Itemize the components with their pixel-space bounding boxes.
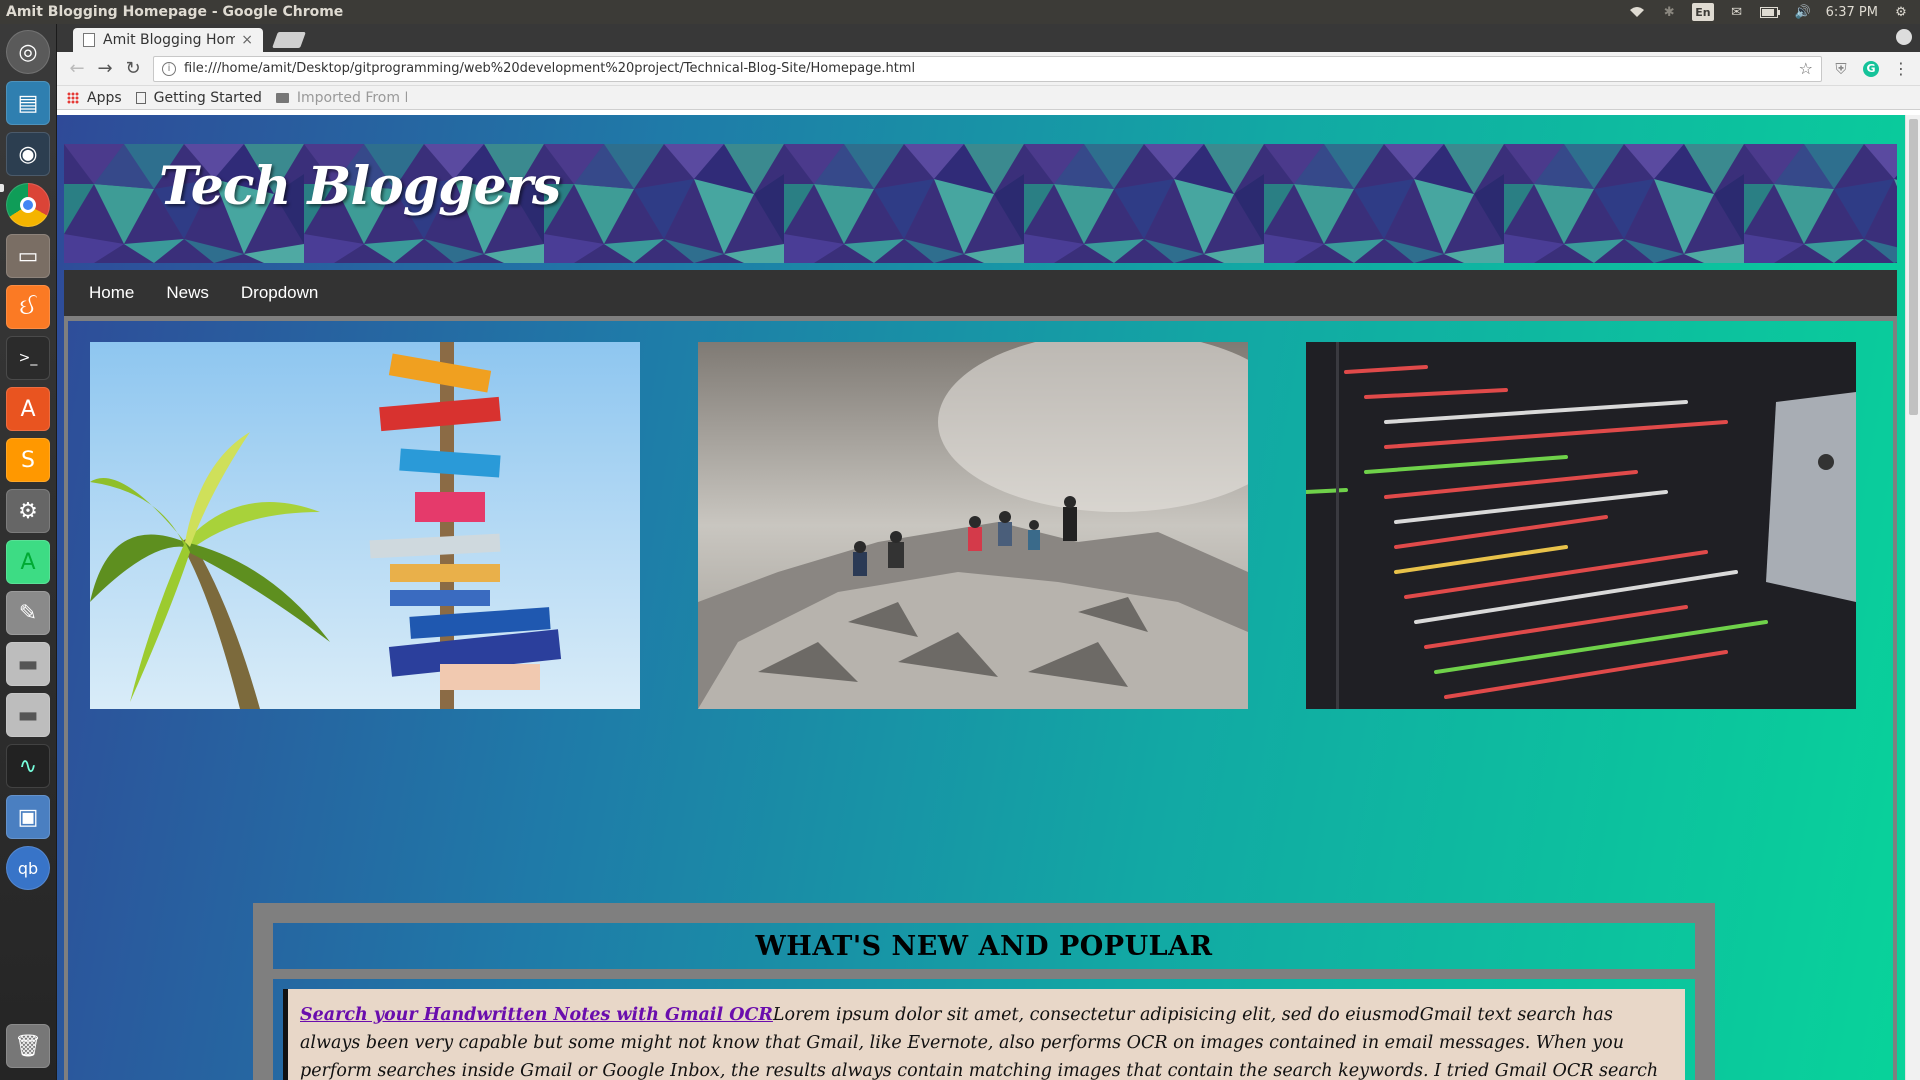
section-header: WHAT'S NEW AND POPULAR bbox=[273, 923, 1695, 979]
reload-icon[interactable]: ↻ bbox=[121, 57, 145, 81]
scrollbar-thumb[interactable] bbox=[1909, 119, 1918, 415]
files-icon[interactable]: ▤ bbox=[6, 81, 50, 125]
close-tab-icon[interactable]: × bbox=[241, 32, 253, 48]
site-header-banner: Tech Bloggers bbox=[64, 144, 1897, 263]
page-scrollbar[interactable] bbox=[1905, 115, 1920, 1080]
shield-extension-icon[interactable]: ⛨ bbox=[1830, 58, 1852, 80]
forward-icon[interactable]: → bbox=[93, 57, 117, 81]
android-studio-icon[interactable]: A bbox=[6, 540, 50, 584]
drive-icon[interactable]: ▬ bbox=[6, 642, 50, 686]
address-bar[interactable]: i file:///home/amit/Desktop/gitprogrammi… bbox=[153, 55, 1822, 82]
travel-signpost-image[interactable] bbox=[90, 342, 640, 709]
apps-grid-icon bbox=[67, 91, 79, 104]
browser-toolbar: ← → ↻ i file:///home/amit/Desktop/gitpro… bbox=[57, 52, 1920, 86]
audio-app-icon[interactable]: ◉ bbox=[6, 132, 50, 176]
settings-gear-icon[interactable]: ⚙ bbox=[1892, 3, 1910, 21]
tab-title: Amit Blogging Hom bbox=[103, 32, 236, 48]
mail-icon[interactable]: ✉ bbox=[1728, 3, 1746, 21]
xampp-icon[interactable]: ઈ bbox=[6, 285, 50, 329]
file-manager-icon[interactable]: ▭ bbox=[6, 234, 50, 278]
page-icon bbox=[83, 33, 95, 47]
section-heading: WHAT'S NEW AND POPULAR bbox=[755, 930, 1213, 962]
drive-icon[interactable]: ▬ bbox=[6, 693, 50, 737]
back-icon[interactable]: ← bbox=[65, 57, 89, 81]
os-top-panel: Amit Blogging Homepage - Google Chrome ✱… bbox=[0, 0, 1920, 24]
trash-icon[interactable]: 🗑 bbox=[6, 1024, 50, 1068]
nav-home-link[interactable]: Home bbox=[73, 270, 150, 316]
url-text[interactable]: file:///home/amit/Desktop/gitprogramming… bbox=[184, 61, 1799, 76]
ubuntu-dash-icon[interactable]: ◎ bbox=[6, 30, 50, 74]
active-tab[interactable]: Amit Blogging Hom × bbox=[73, 28, 263, 52]
bookmark-apps[interactable]: Apps bbox=[67, 90, 122, 106]
nav-dropdown-link[interactable]: Dropdown bbox=[225, 270, 335, 316]
terminal-icon[interactable]: >_ bbox=[6, 336, 50, 380]
virtualbox-icon[interactable]: ▣ bbox=[6, 795, 50, 839]
clock[interactable]: 6:37 PM bbox=[1826, 3, 1878, 21]
code-screen-image[interactable] bbox=[1306, 342, 1856, 709]
nav-news-link[interactable]: News bbox=[150, 270, 225, 316]
wifi-icon[interactable] bbox=[1628, 3, 1646, 21]
profile-icon[interactable] bbox=[1896, 29, 1912, 45]
bookmark-getting-started[interactable]: Getting Started bbox=[135, 89, 262, 106]
volume-icon[interactable]: 🔊 bbox=[1794, 3, 1812, 21]
qbittorrent-icon[interactable]: qb bbox=[6, 846, 50, 890]
site-brand-title[interactable]: Tech Bloggers bbox=[159, 156, 561, 217]
whats-new-section: WHAT'S NEW AND POPULAR Search your Handw… bbox=[253, 903, 1715, 1080]
tab-strip: Amit Blogging Hom × bbox=[57, 24, 1920, 52]
bookmarks-bar: Apps Getting Started Imported From F bbox=[57, 86, 1920, 110]
folder-icon bbox=[275, 92, 289, 103]
window-title: Amit Blogging Homepage - Google Chrome bbox=[6, 4, 344, 20]
running-indicator bbox=[0, 184, 4, 192]
bookmark-apps-label: Apps bbox=[87, 89, 122, 106]
software-center-icon[interactable]: A bbox=[6, 387, 50, 431]
article-card: Search your Handwritten Notes with Gmail… bbox=[283, 989, 1685, 1080]
info-icon[interactable]: i bbox=[162, 61, 176, 76]
page-viewport: Tech Bloggers Home News Dropdown WHAT'S … bbox=[57, 115, 1920, 1080]
system-settings-icon[interactable]: ⚙ bbox=[6, 489, 50, 533]
grammarly-extension-icon[interactable]: G bbox=[1863, 60, 1879, 77]
page-icon bbox=[135, 91, 146, 104]
bookmark-imported-label: Imported From F bbox=[296, 89, 407, 106]
keyboard-layout-indicator[interactable]: En bbox=[1692, 3, 1714, 21]
system-monitor-icon[interactable]: ∿ bbox=[6, 744, 50, 788]
bluetooth-icon[interactable]: ✱ bbox=[1660, 3, 1678, 21]
site-navbar: Home News Dropdown bbox=[64, 270, 1897, 316]
battery-icon[interactable] bbox=[1759, 3, 1780, 21]
article-link[interactable]: Search your Handwritten Notes with Gmail… bbox=[300, 1005, 773, 1025]
browser-window: Amit Blogging Hom × ← → ↻ i file:///home… bbox=[57, 24, 1920, 1080]
system-indicators: ✱ En ✉ 🔊 6:37 PM ⚙ bbox=[1628, 3, 1920, 21]
hikers-mountain-image[interactable] bbox=[698, 342, 1248, 709]
gimp-icon[interactable]: ✎ bbox=[6, 591, 50, 635]
bookmark-star-icon[interactable]: ☆ bbox=[1799, 59, 1813, 78]
app-launcher: ◎ ▤ ◉ ▭ ઈ >_ A S ⚙ A ✎ ▬ ▬ ∿ ▣ qb 🗑 bbox=[0, 24, 57, 1080]
new-tab-button[interactable] bbox=[272, 32, 306, 48]
chrome-icon[interactable] bbox=[6, 183, 50, 227]
bookmark-getting-started-label: Getting Started bbox=[153, 89, 262, 106]
menu-icon[interactable]: ⋮ bbox=[1890, 58, 1912, 80]
bookmark-imported-folder[interactable]: Imported From F bbox=[275, 89, 407, 106]
sublime-text-icon[interactable]: S bbox=[6, 438, 50, 482]
